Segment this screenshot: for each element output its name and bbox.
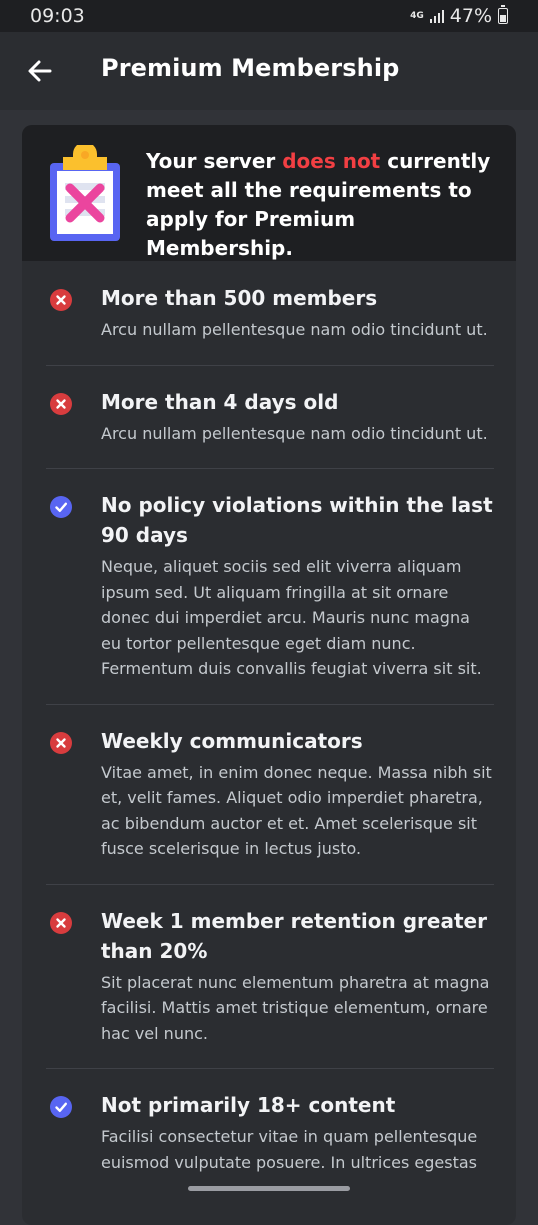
requirement-item: No policy violations within the last 90 … (22, 468, 516, 704)
x-circle-icon (50, 289, 72, 311)
requirement-title: Not primarily 18+ content (101, 1093, 396, 1117)
banner-message: Your server does not currently meet all … (146, 147, 496, 263)
requirements-card: Your server does not currently meet all … (22, 125, 516, 1225)
requirement-description: Vitae amet, in enim donec neque. Massa n… (101, 762, 492, 859)
page-title: Premium Membership (101, 54, 400, 82)
status-bar: 09:03 4G 47% (0, 0, 538, 32)
x-circle-icon (50, 392, 72, 415)
x-circle-icon (50, 911, 72, 934)
requirement-item: More than 4 days old Arcu nullam pellent… (22, 364, 516, 469)
network-type-icon: 4G (410, 10, 424, 21)
check-circle-icon (50, 1096, 72, 1118)
home-indicator[interactable] (188, 1186, 350, 1191)
back-arrow-icon[interactable] (26, 57, 54, 85)
requirement-title: More than 4 days old (101, 389, 339, 414)
eligibility-banner: Your server does not currently meet all … (22, 125, 516, 261)
requirement-description: Facilisi consectetur vitae in quam pelle… (101, 1127, 478, 1172)
signal-strength-icon (429, 9, 444, 23)
requirements-list: More than 500 members Arcu nullam pellen… (22, 261, 516, 1197)
requirement-item: Weekly communicators Vitae amet, in enim… (22, 703, 516, 884)
requirement-item: Week 1 member retention greater than 20%… (22, 883, 516, 1069)
banner-highlight: does not (282, 149, 381, 173)
battery-percentage: 47% (449, 5, 492, 27)
check-circle-icon (50, 496, 72, 518)
requirement-description: Neque, aliquet sociis sed elit viverra a… (101, 557, 482, 678)
requirement-item: More than 500 members Arcu nullam pellen… (22, 261, 516, 365)
banner-text-start: Your server (146, 149, 283, 173)
requirement-description: Arcu nullam pellentesque nam odio tincid… (101, 320, 488, 339)
requirement-title: Week 1 member retention greater than 20% (101, 908, 487, 963)
battery-icon (498, 5, 508, 24)
battery-fill (500, 15, 506, 22)
app-header: Premium Membership (0, 32, 538, 110)
requirement-title: More than 500 members (101, 286, 378, 310)
requirement-title: No policy violations within the last 90 … (101, 493, 493, 547)
requirement-item: Not primarily 18+ content Facilisi conse… (22, 1068, 516, 1197)
status-indicators: 4G 47% (410, 5, 508, 27)
clipboard-x-icon (50, 145, 120, 241)
requirement-description: Sit placerat nunc elementum pharetra at … (101, 972, 490, 1043)
requirement-title: Weekly communicators (101, 728, 363, 753)
status-time: 09:03 (30, 5, 85, 27)
requirement-description: Arcu nullam pellentesque nam odio tincid… (101, 423, 488, 443)
x-circle-icon (50, 731, 72, 754)
